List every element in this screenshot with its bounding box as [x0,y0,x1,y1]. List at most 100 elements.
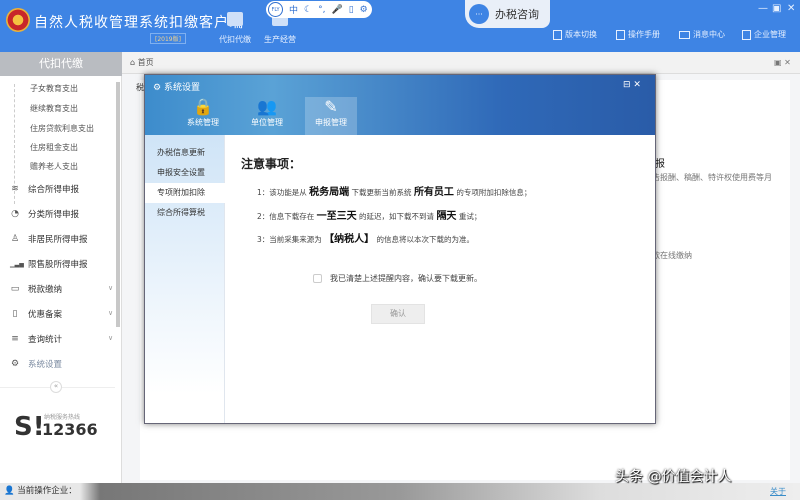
chevron-down-icon[interactable]: ∨ [108,309,113,317]
consult-label: 办税咨询 [495,8,539,21]
sidebar-item-label: 综合所得申报 [28,185,80,195]
sidebar-scrollbar[interactable] [116,82,120,327]
chat-icon: ··· [469,4,489,24]
app-header: 自然人税收管理系统扣缴客户端 [2019版] 代扣代缴 生产经营 FLY 中 ☾… [0,0,800,52]
tab-controls[interactable]: ▣ ✕ [774,58,791,67]
sidebar-sub-item[interactable]: 子女教育支出 [30,83,78,94]
tool-withholding[interactable]: 代扣代缴 [210,12,260,45]
company-label: 当前操作企业： [17,486,77,496]
tab-declare-manage[interactable]: ✎ 申报管理 [305,97,357,135]
gear-icon: ⚙ [10,359,20,369]
sidebar-sub-item[interactable]: 住房租金支出 [30,142,78,153]
bg-text: 款在线缴纳 [652,251,692,260]
gear-icon: ⚙ [153,83,164,93]
link-manual[interactable]: 操作手册 [616,29,660,40]
chevron-down-icon[interactable]: ∨ [108,334,113,342]
building-icon [742,29,751,40]
hotline-logo: S! [14,412,45,442]
sidebar-item-comprehensive[interactable]: ≋ 综合所得申报 [10,183,79,195]
notice-title: 注意事项： [241,157,302,171]
breadcrumb[interactable]: ⌂ 首页 [130,57,154,68]
sidebar-item-label: 税款缴纳 [28,285,63,295]
sidebar-item-label: 系统设置 [28,360,63,370]
sidebar-item-label: 优惠备案 [28,310,63,320]
agree-checkbox[interactable]: 我已清楚上述提醒内容，确认要下载更新。 [313,273,482,284]
wallet-icon [227,12,243,26]
tab-label: 单位管理 [251,118,283,127]
link-label: 企业管理 [754,30,786,39]
bar-chart-icon: ▁▃▅ [10,260,24,268]
folder-icon: ▭ [10,284,20,294]
nav-tax-info-update[interactable]: 办税信息更新 [145,143,225,163]
maximize-button[interactable]: ▣ [772,3,781,14]
bg-text: 告报酬、稿酬、特许权使用费等月 [652,173,772,182]
file-icon: ▯ [12,309,18,319]
tab-label: 申报管理 [315,118,347,127]
sidebar: 代扣代缴 子女教育支出 继续教育支出 住房贷款利息支出 住房租金支出 赡养老人支… [0,52,122,483]
mic-icon[interactable]: 🎤 [331,5,342,15]
link-message-center[interactable]: 消息中心 [679,29,725,40]
gear-icon[interactable]: ⚙ [360,5,368,15]
sidebar-sub-item[interactable]: 赡养老人支出 [30,161,78,172]
mail-icon [679,30,690,39]
about-link[interactable]: 关于 [770,486,786,497]
user-icon: 👤 [4,486,18,496]
punct-icon[interactable]: °, [318,5,325,15]
tab-label: 系统管理 [187,118,219,127]
sidebar-item-label: 非居民所得申报 [28,235,88,245]
ime-chinese[interactable]: 中 [289,3,298,16]
close-button[interactable]: ✕ [787,3,795,14]
confirm-button[interactable]: 确认 [371,304,425,324]
fly-logo: FLY [268,2,283,17]
users-icon: 👥 [257,97,277,116]
minimize-button[interactable]: — [758,3,768,14]
checkbox[interactable] [313,274,322,283]
dialog-window-controls[interactable]: ⊟ ✕ [623,80,641,90]
layers-icon: ≋ [11,184,19,194]
document-icon [553,29,562,40]
dialog-header: ⚙ 系统设置 ⊟ ✕ 🔒 系统管理 👥 单位管理 ✎ 申报管理 [145,75,655,135]
dialog-title: ⚙ 系统设置 [153,80,200,93]
link-version-switch[interactable]: 版本切换 [553,29,597,40]
dialog-nav: 办税信息更新 申报安全设置 专项附加扣除 综合所得算税 [145,135,225,423]
link-label: 操作手册 [628,30,660,39]
notice-item-1: 1：该功能是从 税务局端 下载更新当前系统 所有员工 的专项附加扣除信息； [257,187,532,198]
tab-unit-manage[interactable]: 👥 单位管理 [241,97,293,135]
app-version: [2019版] [150,33,186,44]
sidebar-sub-item[interactable]: 住房贷款利息支出 [30,123,94,134]
nav-special-deduction[interactable]: 专项附加扣除 [145,183,225,203]
sidebar-sub-item[interactable]: 继续教育支出 [30,103,78,114]
national-emblem-logo [6,8,30,32]
breadcrumb-home[interactable]: 首页 [138,58,154,67]
tab-system-manage[interactable]: 🔒 系统管理 [177,97,229,135]
sidebar-item-restricted-stock[interactable]: ▁▃▅ 限售股所得申报 [10,258,88,270]
sidebar-item-query[interactable]: ≡ 查询统计 [10,333,62,345]
link-label: 版本切换 [565,30,597,39]
tool-label: 代扣代缴 [219,35,251,44]
hotline-number: 12366 [42,420,98,439]
moon-icon[interactable]: ☾ [304,5,312,15]
watermark: 头条 @价值会计人 [615,469,732,485]
sidebar-item-classified[interactable]: ◔ 分类所得申报 [10,208,79,220]
chevron-down-icon[interactable]: ∨ [108,284,113,292]
edit-icon: ✎ [324,97,338,116]
nav-comprehensive-tax[interactable]: 综合所得算税 [145,203,225,223]
nav-security-settings[interactable]: 申报安全设置 [145,163,225,183]
ime-toolbar[interactable]: FLY 中 ☾ °, 🎤 ▯ ⚙ [266,1,372,18]
keyboard-icon[interactable]: ▯ [349,5,354,15]
sidebar-title: 代扣代缴 [0,52,122,76]
tool-label: 生产经营 [264,35,296,44]
bg-text: 报 [655,159,665,170]
notice-item-2: 2：信息下载存在 一至三天 的延迟，如下载不到请 隔天 重试； [257,211,482,222]
tax-consult-button[interactable]: ··· 办税咨询 [465,0,550,28]
sidebar-item-nonresident[interactable]: ♙ 非居民所得申报 [10,233,88,245]
sidebar-item-preferential[interactable]: ▯ 优惠备案 [10,308,63,320]
bg-text: 税 [136,83,144,92]
document-icon [616,29,625,40]
sidebar-item-settings[interactable]: ⚙ 系统设置 [10,358,62,370]
sidebar-item-tax-payment[interactable]: ▭ 税款缴纳 [10,283,62,295]
agree-label: 我已清楚上述提醒内容，确认要下载更新。 [330,274,482,283]
lock-icon: 🔒 [193,97,213,116]
collapse-button[interactable]: « [50,381,62,393]
link-company-manage[interactable]: 企业管理 [742,29,786,40]
